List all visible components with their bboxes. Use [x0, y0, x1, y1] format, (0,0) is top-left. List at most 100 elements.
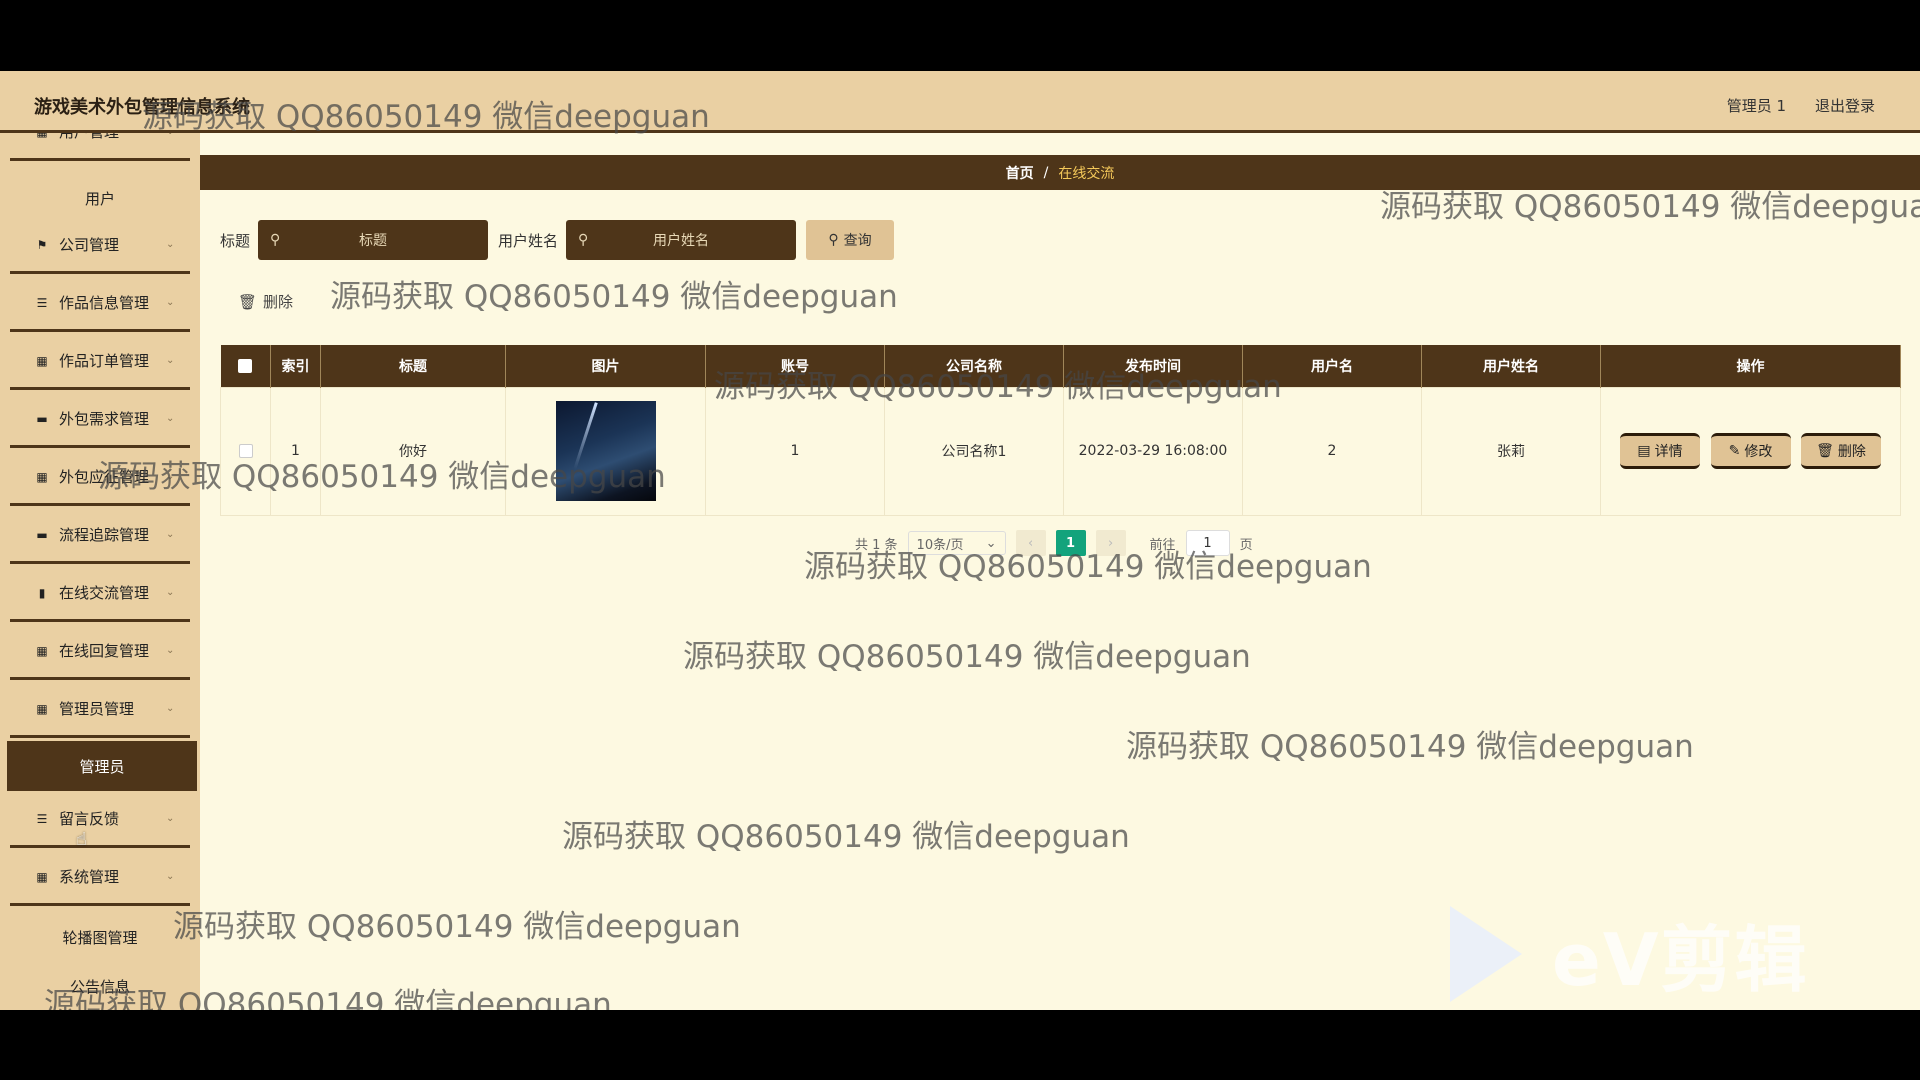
breadcrumb-home[interactable]: 首页 — [1006, 163, 1034, 183]
mouse-cursor-icon: ☝ — [76, 829, 87, 850]
cell-real-name: 张莉 — [1421, 386, 1601, 516]
sidebar-item-online-reply[interactable]: ▦ 在线回复管理 ⌄ — [10, 624, 190, 680]
grid-icon: ▦ — [35, 133, 49, 139]
sidebar-item-user-management[interactable]: ▦ 用户管理 ⌄ — [10, 133, 190, 161]
prev-page-button[interactable]: ‹ — [1015, 530, 1046, 556]
next-page-button[interactable]: › — [1095, 530, 1126, 556]
select-all-checkbox[interactable] — [238, 358, 253, 373]
column-header: 索引 — [270, 345, 321, 387]
grid-icon: ▦ — [36, 701, 48, 716]
document-icon: ▤ — [1637, 443, 1651, 459]
search-icon: ⚲ — [578, 232, 589, 248]
breadcrumb-current: 在线交流 — [1058, 165, 1115, 182]
column-header: 用户姓名 — [1421, 345, 1601, 387]
sidebar-item-label: 流程追踪管理 — [59, 526, 150, 544]
top-header: 游戏美术外包管理信息系统 管理员 1 退出登录 — [0, 71, 1920, 133]
chevron-right-icon: › — [1107, 535, 1114, 551]
list-icon: ☰ — [36, 811, 48, 826]
data-table: 索引 标题 图片 账号 公司名称 发布时间 用户名 用户姓名 操作 1 你好 1… — [220, 345, 1901, 516]
detail-button-label: 详情 — [1654, 444, 1683, 460]
cell-account: 1 — [705, 386, 885, 516]
current-admin-name: 管理员 1 — [1726, 97, 1786, 115]
sidebar-item-system-management[interactable]: ▦ 系统管理 ⌄ — [10, 850, 190, 906]
grid-icon: ▦ — [36, 353, 48, 368]
sidebar-subitem-admin[interactable]: 管理员 — [7, 741, 197, 791]
delete-button[interactable]: 🗑 删除 — [1800, 433, 1881, 469]
sidebar-subitem-user[interactable]: 用户 — [10, 175, 190, 221]
row-select-cell — [220, 386, 271, 516]
sidebar-item-label: 用户管理 — [59, 133, 166, 142]
delete-button-label: 删除 — [1837, 444, 1866, 460]
cell-title: 你好 — [320, 386, 506, 516]
cell-company: 公司名称1 — [884, 386, 1064, 516]
cell-publish-time: 2022-03-29 16:08:00 — [1063, 386, 1243, 516]
edit-button[interactable]: ✎ 修改 — [1710, 433, 1791, 469]
app-title: 游戏美术外包管理信息系统 — [34, 97, 250, 118]
watermark-text: 源码获取 QQ86050149 微信deepguan — [173, 909, 741, 945]
trash-icon: 🗑 — [238, 292, 258, 311]
sidebar-subitem-notices[interactable]: 公告信息 — [10, 963, 190, 1009]
query-button-label: 查询 — [843, 233, 872, 249]
chevron-down-icon: ⌄ — [166, 813, 175, 824]
chevron-down-icon: ⌄ — [166, 239, 175, 250]
sidebar-item-admin-management[interactable]: ▦ 管理员管理 ⌄ — [10, 682, 190, 738]
title-search-label: 标题 — [220, 231, 251, 250]
sidebar-item-feedback[interactable]: ☰ 留言反馈 ⌄ — [10, 792, 190, 848]
chevron-down-icon: ⌄ — [166, 871, 175, 882]
watermark-text: 源码获取 QQ86050149 微信deepguan — [683, 639, 1251, 675]
sidebar-item-online-chat[interactable]: ▮ 在线交流管理 ⌄ — [10, 566, 190, 622]
chevron-down-icon: ⌄ — [166, 297, 175, 308]
search-icon: ⚲ — [828, 232, 839, 248]
post-thumbnail-image[interactable] — [555, 401, 656, 501]
sidebar-item-works-management[interactable]: ☰ 作品信息管理 ⌄ — [10, 276, 190, 332]
username-search-label: 用户姓名 — [498, 231, 559, 250]
grid-icon: ▦ — [36, 643, 48, 658]
sidebar: ▦ 用户管理 ⌄ 用户 ⚑ 公司管理 ⌄ ☰ 作品信息管理 ⌄ ▦ 作品订单管理… — [0, 133, 200, 1010]
ev-logo-text: eV剪辑 — [1552, 918, 1809, 1002]
chevron-down-icon: ⌄ — [166, 133, 180, 137]
monitor-icon: ▬ — [36, 527, 48, 542]
username-search-input[interactable]: ⚲ 用户姓名 — [566, 220, 797, 260]
sidebar-item-work-orders[interactable]: ▦ 作品订单管理 ⌄ — [10, 334, 190, 390]
sidebar-item-process-tracking[interactable]: ▬ 流程追踪管理 ⌄ — [10, 508, 190, 564]
logout-link[interactable]: 退出登录 — [1815, 95, 1875, 116]
column-header: 图片 — [505, 345, 706, 387]
watermark-text: 源码获取 QQ86050149 微信deepguan — [330, 279, 898, 315]
sidebar-item-outsource-applications[interactable]: ▦ 外包应征管理 ⌄ — [10, 450, 190, 506]
page-size-value: 10条/页 — [916, 537, 964, 553]
watermark-text: 源码获取 QQ86050149 微信deepguan — [1126, 729, 1694, 765]
trash-icon: 🗑 — [1816, 443, 1834, 459]
grid-icon: ▦ — [36, 469, 48, 484]
chevron-down-icon: ⌄ — [166, 645, 175, 656]
sidebar-item-outsource-demands[interactable]: ▬ 外包需求管理 ⌄ — [10, 392, 190, 448]
play-icon — [1450, 905, 1522, 1002]
breadcrumb: 首页 / 在线交流 — [200, 155, 1920, 190]
page-size-select[interactable]: 10条/页 ⌄ — [907, 531, 1006, 555]
chevron-down-icon: ⌄ — [166, 471, 175, 482]
query-button[interactable]: ⚲ 查询 — [806, 220, 895, 260]
sidebar-item-label: 管理员管理 — [59, 700, 135, 718]
pagination: 共 1 条 10条/页 ⌄ ‹ 1 › 前往 1 页 — [855, 529, 1253, 557]
bulk-delete-button[interactable]: 🗑 删除 — [238, 291, 293, 312]
search-form: 标题 ⚲ 标题 用户姓名 ⚲ 用户姓名 ⚲ 查询 — [220, 220, 895, 260]
sidebar-subitem-carousel[interactable]: 轮播图管理 — [10, 914, 190, 960]
title-search-input[interactable]: ⚲ 标题 — [258, 220, 489, 260]
app-screen: 游戏美术外包管理信息系统 管理员 1 退出登录 ▦ 用户管理 ⌄ 用户 ⚑ 公司… — [0, 71, 1920, 1010]
chevron-down-icon: ⌄ — [166, 355, 175, 366]
sidebar-item-company-management[interactable]: ⚑ 公司管理 ⌄ — [10, 218, 190, 274]
page-number-current[interactable]: 1 — [1055, 530, 1086, 556]
column-header: 用户名 — [1242, 345, 1422, 387]
username-search-placeholder: 用户姓名 — [653, 233, 710, 249]
sidebar-item-label: 外包应征管理 — [59, 468, 150, 486]
table-row: 1 你好 1 公司名称1 2022-03-29 16:08:00 2 张莉 ▤ … — [220, 386, 1901, 516]
watermark-text: 源码获取 QQ86050149 微信deepguan — [562, 819, 1130, 855]
bulk-delete-label: 删除 — [263, 293, 294, 311]
column-header: 操作 — [1600, 345, 1901, 387]
goto-page-input[interactable]: 1 — [1185, 530, 1230, 556]
column-header: 账号 — [705, 345, 885, 387]
detail-button[interactable]: ▤ 详情 — [1620, 433, 1701, 469]
ev-editor-logo: eV剪辑 — [1450, 901, 1809, 1006]
goto-label: 前往 — [1149, 537, 1176, 553]
chevron-left-icon: ‹ — [1027, 535, 1034, 551]
row-checkbox[interactable] — [238, 444, 253, 458]
